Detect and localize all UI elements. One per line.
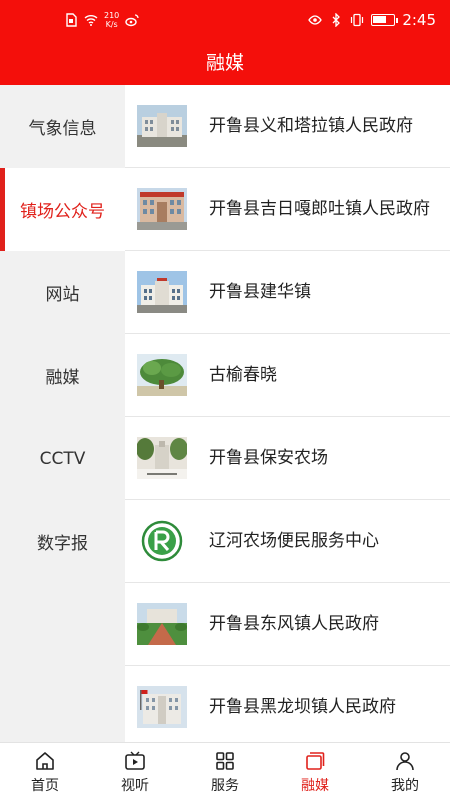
sidebar-item-websites[interactable]: 网站 — [0, 251, 125, 334]
video-icon — [125, 751, 145, 770]
nav-profile-label: 我的 — [391, 778, 419, 794]
status-right: 2:45 — [308, 11, 436, 29]
sidebar-item-label: 数字报 — [37, 534, 88, 554]
status-left: 210 K/s — [64, 11, 139, 29]
media-icon — [306, 752, 325, 770]
nav-video[interactable]: 视听 — [90, 743, 180, 800]
sidebar-item-media[interactable]: 融媒 — [0, 334, 125, 417]
government-building-thumbnail — [137, 105, 187, 147]
government-building-thumbnail — [137, 686, 187, 728]
wifi-icon — [84, 15, 98, 26]
grid-icon — [216, 752, 234, 770]
list-item-title: 开鲁县保安农场 — [209, 448, 328, 468]
nav-media[interactable]: 融媒 — [270, 743, 360, 800]
status-bar: 210 K/s 2:45 — [0, 0, 450, 40]
farm-entrance-thumbnail — [137, 437, 187, 479]
sidebar-item-label: 镇场公众号 — [20, 202, 105, 222]
nav-video-label: 视听 — [121, 778, 149, 794]
list-item[interactable]: 古榆春晓 — [125, 334, 450, 417]
list-item[interactable]: 开鲁县义和塔拉镇人民政府 — [125, 85, 450, 168]
net-speed-value: 210 — [104, 11, 120, 20]
list-item[interactable]: 开鲁县建华镇 — [125, 251, 450, 334]
list-item-title: 开鲁县黑龙坝镇人民政府 — [209, 697, 396, 717]
sim-icon — [66, 13, 77, 27]
vibrate-icon — [351, 13, 364, 27]
elm-tree-thumbnail — [137, 354, 187, 396]
list-item-title: 开鲁县吉日嘎郎吐镇人民政府 — [209, 199, 430, 219]
bluetooth-icon — [332, 13, 341, 27]
clock: 2:45 — [402, 11, 436, 29]
sidebar-item-digital-paper[interactable]: 数字报 — [0, 500, 125, 583]
top-bar: 210 K/s 2:45 融媒 — [0, 0, 450, 85]
list-item-title: 开鲁县义和塔拉镇人民政府 — [209, 116, 413, 136]
list-item-title: 开鲁县东风镇人民政府 — [209, 614, 379, 634]
page-title: 融媒 — [205, 52, 244, 74]
list-item[interactable]: 开鲁县东风镇人民政府 — [125, 583, 450, 666]
net-speed: 210 K/s — [104, 11, 119, 29]
home-icon — [36, 752, 54, 770]
list-item[interactable]: 开鲁县吉日嘎郎吐镇人民政府 — [125, 168, 450, 251]
user-icon — [396, 752, 414, 771]
bottom-nav: 首页 视听 服务 融媒 我的 — [0, 742, 450, 800]
government-square-thumbnail — [137, 603, 187, 645]
nav-services-label: 服务 — [211, 778, 239, 794]
sidebar-item-label: CCTV — [39, 448, 86, 469]
green-circle-logo-thumbnail — [137, 520, 187, 562]
sidebar-item-label: 气象信息 — [28, 119, 97, 139]
sidebar-item-cctv[interactable]: CCTV — [0, 417, 125, 500]
nav-services[interactable]: 服务 — [180, 743, 270, 800]
account-list: 开鲁县义和塔拉镇人民政府 开鲁县吉日嘎郎吐镇人民政府 开鲁县建华镇 古榆春晓 开… — [125, 85, 450, 742]
nav-profile[interactable]: 我的 — [360, 743, 450, 800]
government-building-thumbnail — [137, 188, 187, 230]
battery-level — [373, 16, 387, 23]
eye-icon — [308, 15, 323, 25]
sidebar-item-town-accounts[interactable]: 镇场公众号 — [0, 168, 125, 251]
nav-home-label: 首页 — [31, 778, 59, 794]
town-building-thumbnail — [137, 271, 187, 313]
list-item-title: 古榆春晓 — [209, 365, 277, 385]
nav-media-label: 融媒 — [301, 778, 329, 794]
net-speed-unit: K/s — [105, 20, 118, 29]
sidebar-item-weather[interactable]: 气象信息 — [0, 85, 125, 168]
nav-home[interactable]: 首页 — [0, 743, 90, 800]
list-item-title: 开鲁县建华镇 — [209, 282, 311, 302]
sidebar-item-label: 融媒 — [45, 368, 80, 388]
weibo-icon — [125, 14, 139, 27]
list-item[interactable]: 开鲁县保安农场 — [125, 417, 450, 500]
category-sidebar: 气象信息 镇场公众号 网站 融媒 CCTV 数字报 — [0, 85, 125, 742]
list-item[interactable]: 开鲁县黑龙坝镇人民政府 — [125, 666, 450, 742]
sidebar-item-label: 网站 — [45, 285, 80, 305]
list-item-title: 辽河农场便民服务中心 — [209, 531, 379, 551]
battery-icon — [371, 14, 399, 26]
list-item[interactable]: 辽河农场便民服务中心 — [125, 500, 450, 583]
